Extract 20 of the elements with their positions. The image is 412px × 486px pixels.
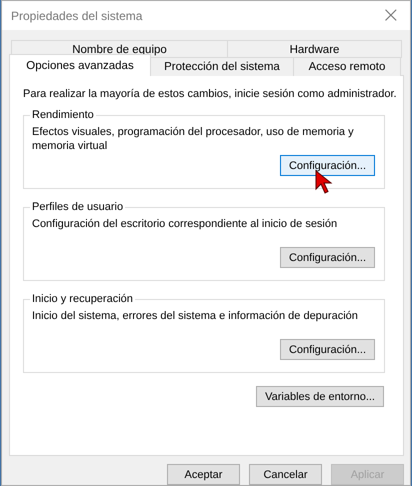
environment-variables-button[interactable]: Variables de entorno... — [256, 386, 384, 407]
window-title: Propiedades del sistema — [11, 8, 142, 22]
cursor-icon — [315, 170, 335, 194]
settings-button[interactable]: Configuración... — [280, 155, 375, 176]
tab[interactable]: Protección del sistema — [150, 57, 294, 76]
tab[interactable]: Opciones avanzadas — [9, 54, 151, 76]
group-title: Inicio y recuperación — [31, 293, 134, 305]
tab[interactable]: Hardware — [227, 40, 402, 58]
group-description: Inicio del sistema, errores del sistema e información de depuración — [32, 309, 359, 324]
group-title: Rendimiento — [31, 109, 95, 121]
group-description: Efectos visuales, programación del procesador, uso de memoria y memoria virtual — [32, 125, 355, 154]
dialog-button[interactable]: Cancelar — [249, 464, 322, 485]
close-button[interactable]: × — [372, 4, 410, 26]
tab[interactable]: Acceso remoto — [293, 57, 401, 76]
settings-button[interactable]: Configuración... — [280, 339, 375, 360]
settings-button[interactable]: Configuración... — [280, 247, 375, 268]
notice-text: Para realizar la mayoría de estos cambios, inicie sesión como administrador. — [23, 88, 395, 100]
dialog-button[interactable]: Aceptar — [167, 464, 240, 485]
group-description: Configuración del escritorio correspondiente al inicio de sesión — [32, 217, 338, 232]
group-title: Perfiles de usuario — [31, 201, 124, 213]
